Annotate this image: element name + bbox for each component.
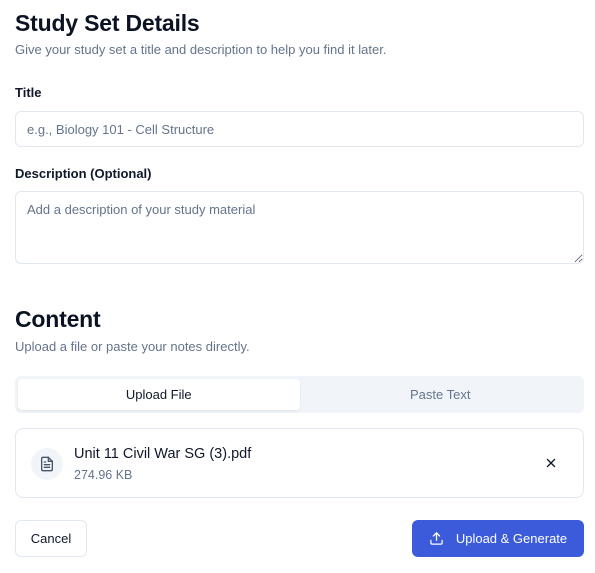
file-name: Unit 11 Civil War SG (3).pdf — [74, 446, 252, 462]
content-title: Content — [15, 306, 101, 332]
details-title: Study Set Details — [15, 10, 200, 36]
cancel-button-label: Cancel — [30, 531, 72, 546]
tab-upload-file[interactable]: Upload File — [18, 379, 300, 410]
details-subtitle: Give your study set a title and descript… — [15, 42, 387, 57]
title-label: Title — [15, 85, 42, 100]
content-subtitle: Upload a file or paste your notes direct… — [15, 339, 250, 354]
file-size: 274.96 KB — [74, 468, 133, 482]
description-textarea[interactable] — [15, 191, 584, 264]
content-tabs: Upload File Paste Text — [15, 376, 584, 413]
description-label: Description (Optional) — [15, 166, 152, 181]
file-text-icon — [41, 456, 53, 472]
tab-paste-text[interactable]: Paste Text — [300, 379, 582, 410]
cancel-button[interactable]: Cancel — [15, 520, 87, 557]
remove-file-button[interactable] — [541, 453, 561, 473]
uploaded-file-card: Unit 11 Civil War SG (3).pdf 274.96 KB — [15, 428, 584, 498]
file-icon-badge — [31, 448, 63, 480]
title-input[interactable] — [15, 111, 584, 147]
close-icon — [546, 458, 556, 468]
upload-generate-button[interactable]: Upload & Generate — [412, 520, 584, 557]
upload-generate-label: Upload & Generate — [455, 531, 568, 546]
upload-icon — [430, 532, 443, 545]
